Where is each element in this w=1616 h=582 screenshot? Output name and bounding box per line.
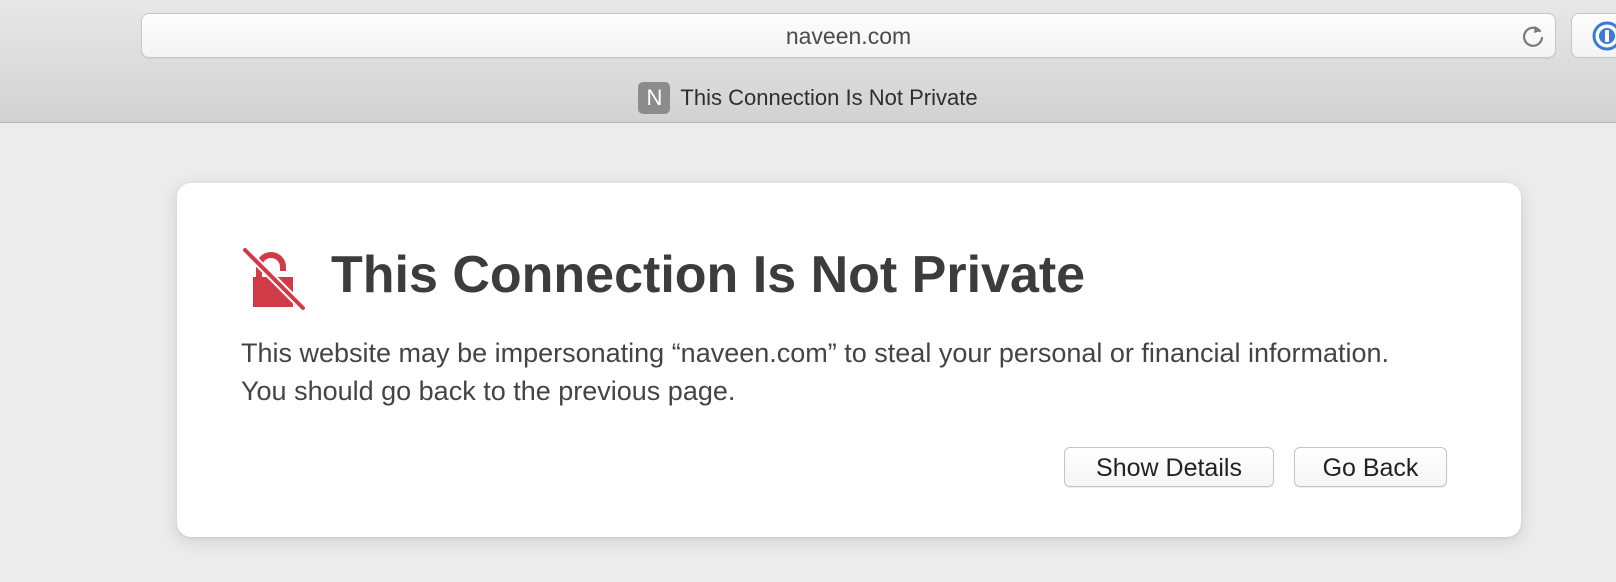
onepassword-icon bbox=[1592, 21, 1616, 51]
go-back-button[interactable]: Go Back bbox=[1294, 447, 1447, 487]
browser-toolbar: naveen.com N This Connection Is Not Priv… bbox=[0, 0, 1616, 123]
warning-card: This Connection Is Not Private This webs… bbox=[177, 183, 1521, 537]
onepassword-extension-button[interactable] bbox=[1571, 13, 1616, 58]
tab-current[interactable]: N This Connection Is Not Private bbox=[0, 80, 1616, 116]
reload-icon[interactable] bbox=[1519, 22, 1547, 50]
tab-title-label: This Connection Is Not Private bbox=[680, 85, 978, 110]
show-details-button[interactable]: Show Details bbox=[1064, 447, 1274, 487]
page-title: This Connection Is Not Private bbox=[331, 246, 1086, 304]
site-favicon: N bbox=[638, 82, 671, 114]
address-url[interactable]: naveen.com bbox=[142, 14, 1555, 59]
address-bar[interactable]: naveen.com bbox=[141, 13, 1556, 58]
warning-message: This website may be impersonating “navee… bbox=[241, 338, 1390, 406]
broken-lock-icon bbox=[243, 248, 305, 310]
